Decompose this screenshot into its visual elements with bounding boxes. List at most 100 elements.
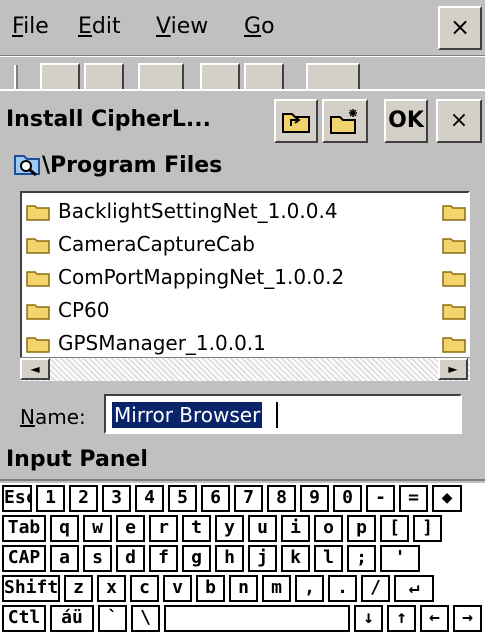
key[interactable]: 0: [333, 485, 362, 512]
delete-button[interactable]: [200, 63, 240, 90]
key[interactable]: t: [182, 515, 211, 542]
key[interactable]: \: [131, 605, 160, 632]
key[interactable]: ↓: [354, 605, 383, 632]
key[interactable]: .: [328, 575, 357, 602]
key[interactable]: q: [50, 515, 79, 542]
folder-icon: [26, 271, 50, 287]
menu-file-label: ile: [23, 14, 49, 39]
key[interactable]: 4: [135, 485, 164, 512]
key[interactable]: o: [314, 515, 343, 542]
key[interactable]: ,: [295, 575, 324, 602]
key[interactable]: j: [248, 545, 277, 572]
name-field[interactable]: Mirror Browser: [104, 394, 462, 434]
menu-view-label: iew: [170, 14, 209, 39]
key[interactable]: h: [215, 545, 244, 572]
view-menu-button[interactable]: [306, 63, 360, 90]
horizontal-scrollbar[interactable]: ◄ ►: [20, 357, 470, 381]
key[interactable]: m: [262, 575, 291, 602]
key[interactable]: ◆: [432, 485, 462, 512]
key[interactable]: z: [64, 575, 93, 602]
forward-button[interactable]: [84, 63, 124, 90]
key[interactable]: ;: [347, 545, 376, 572]
key[interactable]: i: [281, 515, 310, 542]
key[interactable]: 3: [102, 485, 131, 512]
folder-icon: [26, 205, 50, 221]
ok-button[interactable]: OK: [384, 99, 428, 143]
key[interactable]: =: [399, 485, 428, 512]
key[interactable]: l: [314, 545, 343, 572]
dialog-title: Install CipherL...: [6, 107, 212, 132]
scroll-left-button[interactable]: ◄: [20, 358, 50, 380]
key[interactable]: y: [215, 515, 244, 542]
key[interactable]: w: [83, 515, 112, 542]
input-panel-titlebar: Input Panel: [0, 437, 485, 481]
key[interactable]: ↵: [394, 575, 434, 602]
key[interactable]: c: [130, 575, 159, 602]
key[interactable]: f: [149, 545, 178, 572]
folder-icon: [26, 304, 50, 320]
key[interactable]: [: [380, 515, 409, 542]
menu-view[interactable]: View: [156, 14, 208, 39]
name-label-rest: ame:: [34, 405, 86, 429]
key[interactable]: a: [50, 545, 79, 572]
key[interactable]: 9: [300, 485, 329, 512]
key[interactable]: p: [347, 515, 376, 542]
menu-go[interactable]: Go: [244, 14, 275, 39]
key[interactable]: 8: [267, 485, 296, 512]
explorer-toolbar: [0, 57, 485, 90]
key[interactable]: 6: [201, 485, 230, 512]
key[interactable]: u: [248, 515, 277, 542]
list-item[interactable]: BacklightSettingNet_1.0.0.4: [26, 195, 466, 228]
file-name: CameraCaptureCab: [58, 232, 255, 256]
key[interactable]: Esc: [2, 485, 32, 512]
key[interactable]: e: [116, 515, 145, 542]
menu-file-hotkey: F: [12, 14, 24, 39]
key[interactable]: -: [366, 485, 395, 512]
new-folder-button[interactable]: [322, 99, 368, 143]
key[interactable]: 1: [36, 485, 65, 512]
key[interactable]: r: [149, 515, 178, 542]
key[interactable]: ': [380, 545, 420, 572]
back-button[interactable]: [40, 63, 80, 90]
key[interactable]: k: [281, 545, 310, 572]
properties-button[interactable]: [244, 63, 284, 90]
explorer-close-button[interactable]: ×: [438, 6, 482, 50]
key[interactable]: /: [361, 575, 390, 602]
menu-file[interactable]: File: [12, 14, 49, 39]
key[interactable]: 2: [69, 485, 98, 512]
key[interactable]: ]: [413, 515, 442, 542]
key[interactable]: `: [98, 605, 127, 632]
key[interactable]: Tab: [2, 515, 46, 542]
menu-edit[interactable]: Edit: [78, 14, 121, 39]
list-item[interactable]: CameraCaptureCab: [26, 228, 466, 261]
key[interactable]: ↑: [387, 605, 416, 632]
name-field-value: Mirror Browser: [112, 402, 263, 428]
key[interactable]: ←: [420, 605, 449, 632]
key[interactable]: Ctl: [2, 605, 46, 632]
key[interactable]: s: [83, 545, 112, 572]
list-item[interactable]: GPSManager_1.0.0.1: [26, 327, 466, 360]
list-item[interactable]: ComPortMappingNet_1.0.0.2: [26, 261, 466, 294]
up-one-level-button[interactable]: [274, 99, 318, 143]
key[interactable]: d: [116, 545, 145, 572]
key[interactable]: Shift: [2, 575, 60, 602]
file-name: ComPortMappingNet_1.0.0.2: [58, 265, 345, 289]
list-item[interactable]: CP60: [26, 294, 466, 327]
dialog-close-button[interactable]: ×: [436, 99, 482, 143]
up-folder-button[interactable]: [138, 63, 184, 90]
key[interactable]: 5: [168, 485, 197, 512]
key[interactable]: 7: [234, 485, 263, 512]
folder-list[interactable]: BacklightSettingNet_1.0.0.4 CameraCaptur…: [20, 191, 470, 381]
key[interactable]: CAP: [2, 545, 46, 572]
folder-icon: [442, 238, 466, 254]
key-space[interactable]: [164, 605, 350, 632]
key[interactable]: v: [163, 575, 192, 602]
key[interactable]: x: [97, 575, 126, 602]
key[interactable]: →: [453, 605, 482, 632]
scroll-right-button[interactable]: ►: [438, 358, 468, 380]
key[interactable]: g: [182, 545, 211, 572]
key[interactable]: áü: [50, 605, 94, 632]
key[interactable]: b: [196, 575, 225, 602]
key[interactable]: n: [229, 575, 258, 602]
folder-icon: [26, 337, 50, 353]
